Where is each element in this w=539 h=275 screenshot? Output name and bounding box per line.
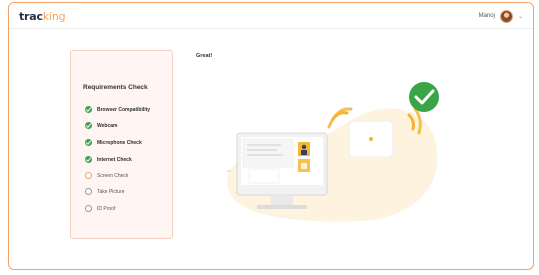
requirement-label: Webcam bbox=[97, 122, 118, 129]
empty-circle-icon bbox=[85, 205, 92, 212]
requirement-label: Take Picture bbox=[97, 188, 125, 195]
logo[interactable]: tracking bbox=[19, 10, 66, 23]
requirement-label: Screen Check bbox=[97, 172, 129, 179]
check-circle-icon bbox=[85, 122, 92, 129]
progress-circle-icon bbox=[85, 172, 92, 179]
status-message: Great! bbox=[196, 53, 213, 59]
requirement-browser-compatibility: Browser Compatibility bbox=[85, 106, 150, 113]
check-circle-icon bbox=[85, 106, 92, 113]
check-circle-icon bbox=[85, 139, 92, 146]
top-bar: tracking Manoj ⌄ bbox=[9, 3, 533, 29]
requirements-title: Requirements Check bbox=[83, 84, 148, 91]
requirement-label: Internet Check bbox=[97, 156, 132, 163]
requirement-label: Browser Compatibility bbox=[97, 106, 151, 113]
app-window: tracking Manoj ⌄ Requirements Check Brow… bbox=[8, 2, 534, 270]
requirement-take-picture: Take Picture bbox=[85, 188, 125, 195]
camera-device-icon bbox=[348, 120, 394, 158]
empty-circle-icon bbox=[85, 188, 92, 195]
requirement-microphone-check: Microphone Check bbox=[85, 139, 142, 146]
success-check-icon bbox=[409, 82, 439, 112]
screen-check-illustration bbox=[227, 82, 439, 222]
requirement-screen-check: Screen Check bbox=[85, 172, 128, 179]
logo-text-part2: king bbox=[42, 10, 66, 23]
user-menu[interactable]: Manoj ⌄ bbox=[479, 8, 523, 24]
requirement-webcam: Webcam bbox=[85, 122, 117, 129]
user-name: Manoj bbox=[478, 13, 495, 19]
requirement-internet-check: Internet Check bbox=[85, 156, 132, 163]
requirements-card: Requirements Check Browser Compatibility… bbox=[70, 50, 173, 239]
avatar[interactable] bbox=[499, 9, 513, 23]
chevron-down-icon[interactable]: ⌄ bbox=[518, 13, 523, 20]
logo-text-part1: trac bbox=[19, 10, 43, 23]
requirement-id-proof: ID Proof bbox=[85, 205, 115, 212]
check-circle-icon bbox=[85, 156, 92, 163]
requirement-label: Microphone Check bbox=[97, 139, 142, 146]
requirement-label: ID Proof bbox=[97, 205, 116, 212]
